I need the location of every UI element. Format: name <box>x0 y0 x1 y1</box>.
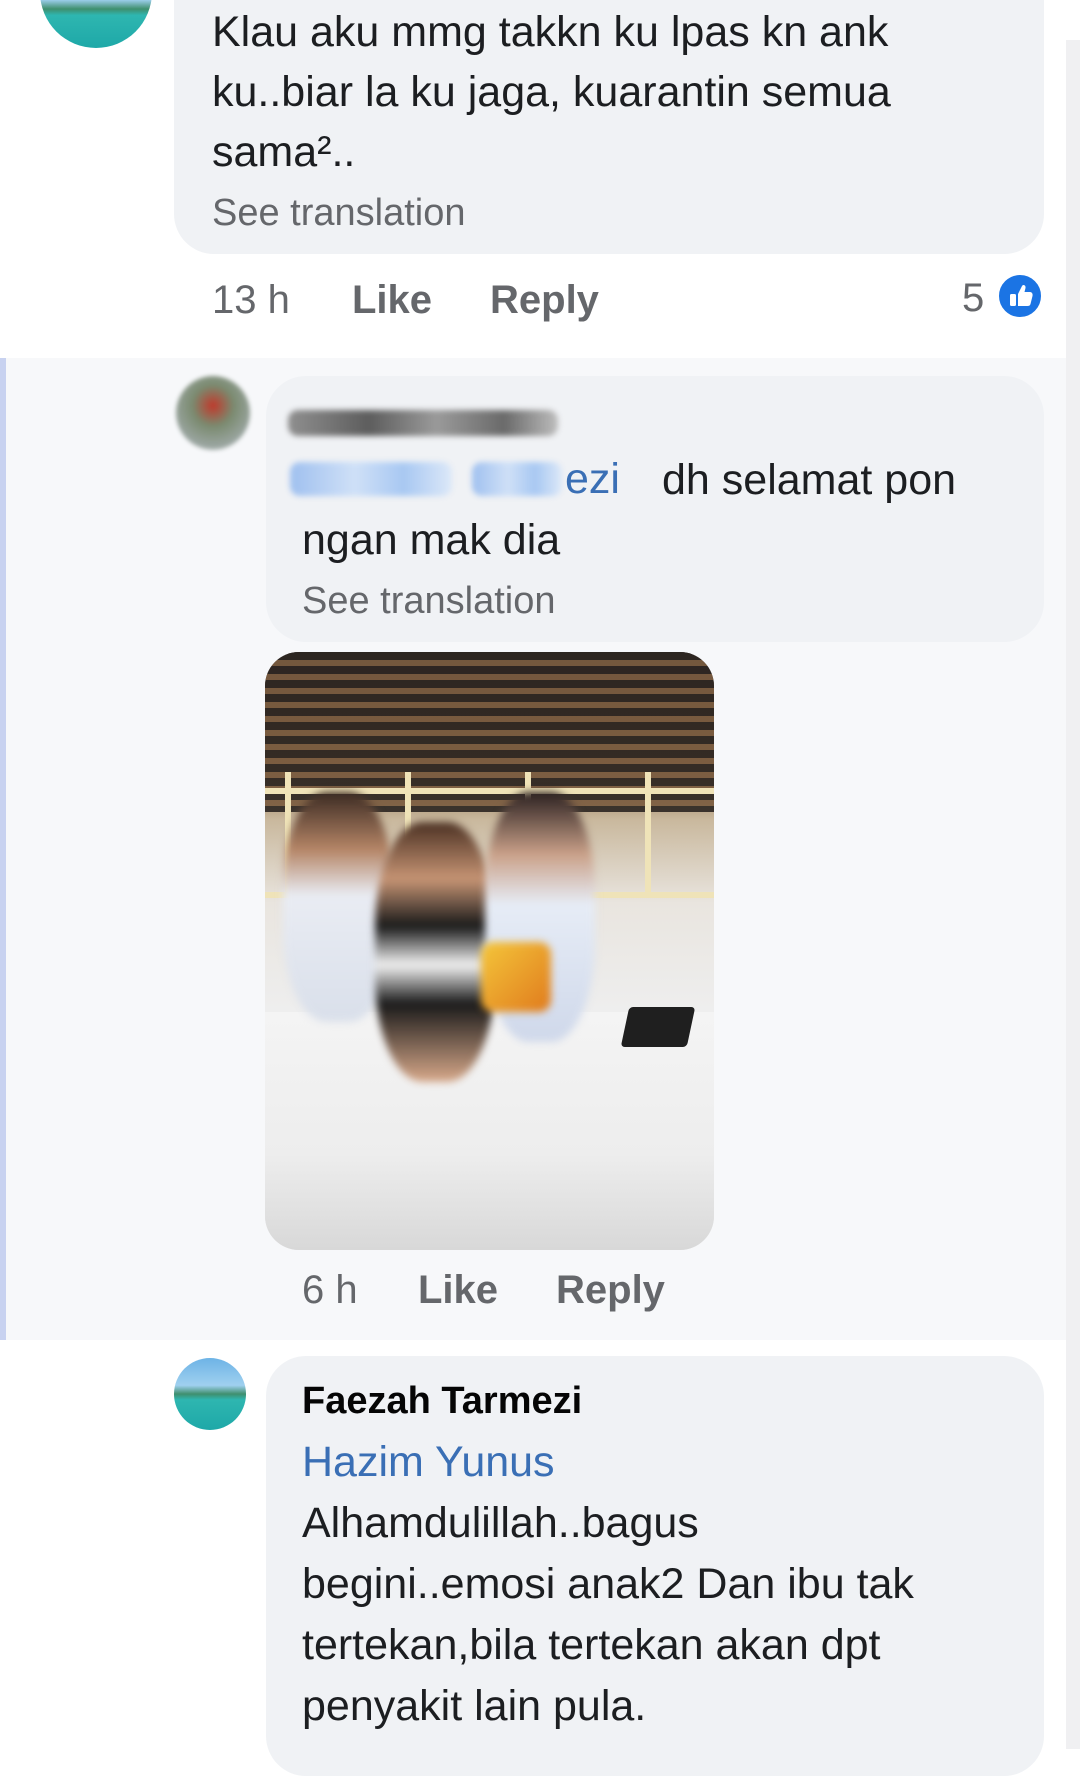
comment-text-line: begini..emosi anak2 Dan ibu tak <box>302 1560 914 1608</box>
scroll-edge <box>1066 40 1080 1749</box>
like-thumb-icon[interactable] <box>996 272 1044 320</box>
comment-author[interactable]: Faezah Tarmezi <box>302 1380 582 1423</box>
avatar[interactable] <box>176 376 250 450</box>
reaction-count[interactable]: 5 <box>962 276 984 321</box>
reply-button[interactable]: Reply <box>490 278 599 323</box>
photo-snack-bag <box>481 942 551 1012</box>
comment-text-line: sama².. <box>212 128 356 176</box>
see-translation-link[interactable]: See translation <box>212 192 466 235</box>
like-button[interactable]: Like <box>418 1268 498 1313</box>
comment-text-line: Alhamdulillah..bagus <box>302 1499 699 1547</box>
comment-text-line: dh selamat pon <box>662 456 957 504</box>
comment-timestamp[interactable]: 13 h <box>212 278 290 323</box>
comment-text-line: penyakit lain pula. <box>302 1682 647 1730</box>
like-button[interactable]: Like <box>352 278 432 323</box>
comment-text-line: tertekan,bila tertekan akan dpt <box>302 1621 881 1669</box>
comment-text-line: Klau aku mmg takkn ku lpas kn ank <box>212 8 889 56</box>
mention-link[interactable]: ezi <box>565 455 620 504</box>
see-translation-link[interactable]: See translation <box>302 580 556 623</box>
photo-child <box>375 822 495 1082</box>
photo-tablet <box>620 1007 696 1047</box>
comment-text-line: ku..biar la ku jaga, kuarantin semua <box>212 68 891 116</box>
comment-photo[interactable] <box>265 652 714 1250</box>
avatar[interactable] <box>174 1358 246 1430</box>
comment-timestamp[interactable]: 6 h <box>302 1268 358 1313</box>
redacted-author-name <box>288 410 558 436</box>
mention-link[interactable]: Hazim Yunus <box>302 1438 555 1487</box>
photo-bed <box>265 1012 714 1250</box>
reply-thread-line <box>0 358 6 1340</box>
redacted-mention[interactable] <box>472 462 562 496</box>
photo-bed-post <box>645 772 651 892</box>
comment-text-line: ngan mak dia <box>302 516 561 564</box>
redacted-mention[interactable] <box>290 462 452 496</box>
reply-button[interactable]: Reply <box>556 1268 665 1313</box>
